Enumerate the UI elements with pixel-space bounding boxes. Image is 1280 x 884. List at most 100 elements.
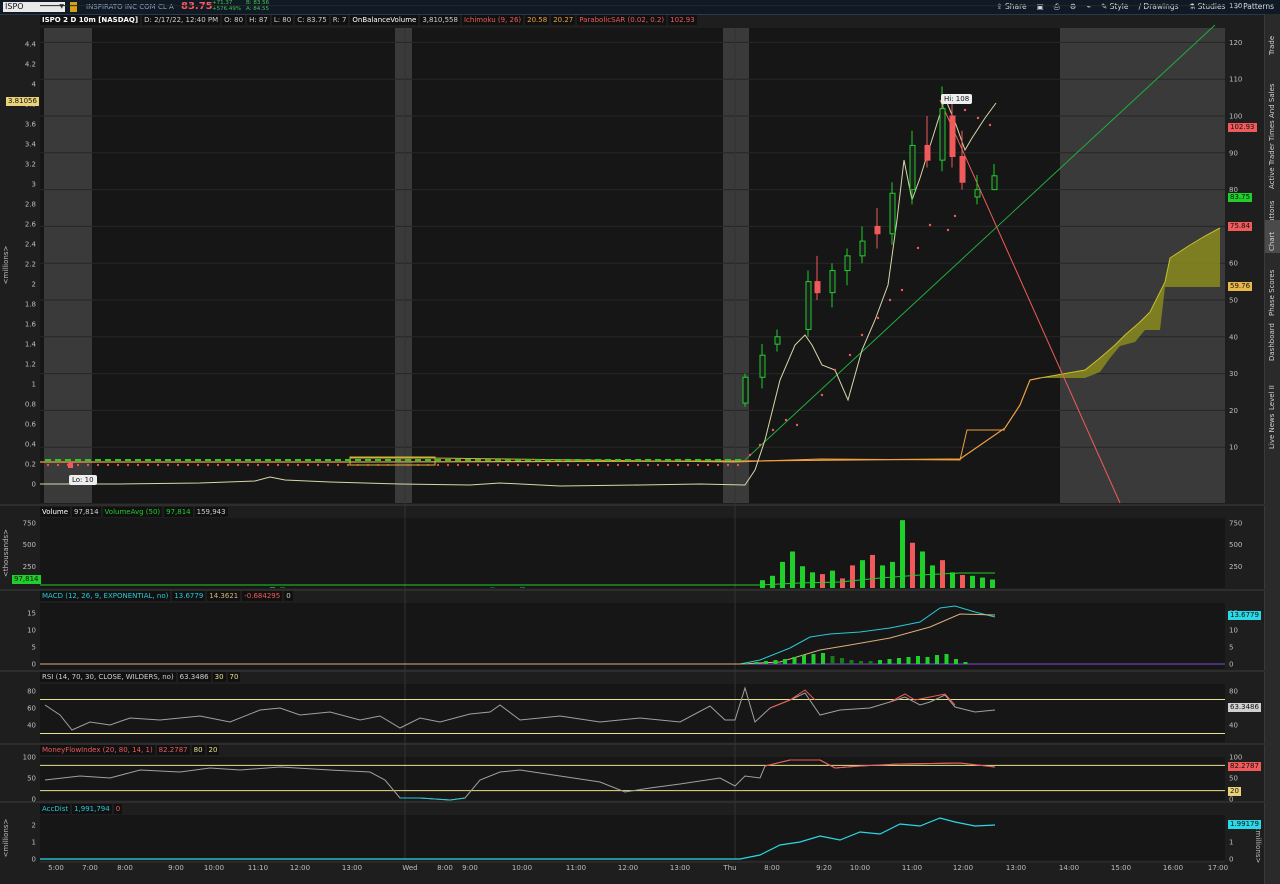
time-axis-tick: 13:00 (670, 864, 690, 872)
accdist-label[interactable]: AccDist (40, 804, 71, 814)
time-axis-tick: 14:00 (1059, 864, 1079, 872)
macd-axis-tick: 10 (27, 627, 36, 635)
candle-body (949, 115, 956, 157)
rsi-axis-tick: 80 (1229, 688, 1238, 696)
left-axis-tick: 2.6 (25, 221, 37, 229)
sidebar-tab-live-news[interactable]: Live News (1265, 398, 1280, 451)
candle (145, 459, 151, 461)
sidebar-tab-phase-scores[interactable]: Phase Scores (1265, 250, 1280, 318)
left-axis-tick: 1.6 (25, 321, 37, 329)
candle (425, 459, 431, 461)
volume-bar (960, 574, 965, 588)
candle (215, 459, 221, 461)
sidebar-tab-trade[interactable]: Trade (1265, 24, 1280, 57)
psar-dot (928, 223, 932, 227)
psar-dot (666, 463, 670, 467)
time-axis-tick: 9:00 (462, 864, 478, 872)
obv-label[interactable]: OnBalanceVolume (350, 15, 419, 25)
accdist-line (40, 817, 996, 860)
macd-histogram-bar (754, 662, 759, 664)
psar-dot (888, 298, 892, 302)
time-axis-tick: 8:00 (437, 864, 453, 872)
ohlc-close: C: 83.75 (295, 15, 329, 25)
right-sidebar: TradeTimes And SalesActive TraderBig But… (1264, 14, 1280, 884)
candle (635, 459, 641, 461)
mfi-tag: 82.2787 (1228, 762, 1261, 771)
ichimoku-label[interactable]: Ichimoku (9, 26) (461, 15, 524, 25)
accdist-axis-tick: 0 (32, 856, 36, 864)
psar-dot (46, 463, 50, 467)
psar-label[interactable]: ParabolicSAR (0.02, 0.2) (577, 15, 667, 25)
psar-dot (795, 423, 799, 427)
candle-body (829, 270, 836, 294)
psar-dot (736, 463, 740, 467)
macd-legend: MACD (12, 26, 9, EXPONENTIAL, no) 13.677… (40, 591, 293, 601)
left-axis-tick: 1 (32, 381, 36, 389)
accdist-v2: 0 (113, 804, 123, 814)
macd-histogram-bar (802, 655, 806, 664)
volume-bar (890, 561, 895, 588)
candle (525, 459, 531, 461)
candle (495, 459, 501, 461)
psar-dot (496, 463, 500, 467)
volume-label[interactable]: Volume (40, 507, 71, 517)
volume-bar (770, 575, 775, 588)
psar-dot (206, 463, 210, 467)
left-axis-tick: 1.2 (25, 361, 36, 369)
macd-histogram-bar (783, 659, 787, 664)
macd-histogram-bar (906, 657, 911, 664)
psar-dot (506, 463, 510, 467)
psar-dot (476, 463, 480, 467)
candle (395, 459, 401, 461)
candle (135, 459, 141, 461)
macd-histogram-bar (916, 656, 920, 664)
accdist-axis-label: <millions> (2, 819, 10, 858)
candle (715, 459, 721, 461)
candle (645, 459, 651, 461)
candle (225, 459, 231, 461)
volume-bar (910, 542, 915, 588)
candle (95, 459, 101, 461)
volume-avg-label[interactable]: VolumeAvg (50) (102, 507, 163, 517)
candle (205, 459, 211, 461)
candle (245, 459, 251, 461)
candle (285, 459, 291, 461)
volume-axis-tick: 500 (1229, 541, 1242, 549)
time-axis-tick: 10:00 (850, 864, 870, 872)
rsi-axis-tick: 40 (1229, 722, 1238, 730)
ichimoku-v1: 20.58 (525, 15, 550, 25)
ichimoku-base-line (40, 377, 1041, 463)
candle (605, 459, 611, 461)
psar-dot (216, 463, 220, 467)
macd-histogram-bar (954, 659, 958, 664)
accdist-axis-tick: 0 (1229, 856, 1233, 864)
left-axis-tick: 0.4 (25, 441, 37, 449)
rsi-axis-tick: 80 (27, 688, 36, 696)
psar-dot (900, 288, 904, 292)
left-axis-label: <millions> (2, 246, 10, 285)
sidebar-tab-chart[interactable]: Chart (1265, 220, 1280, 253)
candle (585, 459, 591, 461)
accdist-axis-tick: 2 (32, 822, 36, 830)
rsi-line (44, 686, 996, 731)
psar-dot (146, 463, 150, 467)
right-axis-tick: 100 (1229, 113, 1242, 121)
accdist-axis-tick: 1 (1229, 839, 1233, 847)
macd-label[interactable]: MACD (12, 26, 9, EXPONENTIAL, no) (40, 591, 171, 601)
mfi-lo: 20 (206, 745, 220, 755)
macd-histogram-bar (925, 657, 930, 664)
candle (565, 459, 571, 461)
macd-histogram-bar (897, 658, 901, 664)
psar-dot (426, 463, 430, 467)
mfi-label[interactable]: MoneyFlowIndex (20, 80, 14, 1) (40, 745, 155, 755)
psar-dot (656, 463, 660, 467)
volume-axis-tick: 750 (23, 519, 36, 527)
psar-dot (256, 463, 260, 467)
psar-dot (136, 463, 140, 467)
candle (685, 459, 691, 461)
sidebar-tab-dashboard[interactable]: Dashboard (1265, 310, 1280, 363)
rsi-label[interactable]: RSI (14, 70, 30, CLOSE, WILDERS, no) (40, 672, 176, 682)
psar-dot (726, 463, 730, 467)
left-axis-tick: 0.8 (25, 401, 36, 409)
macd-histogram-bar (821, 653, 825, 664)
